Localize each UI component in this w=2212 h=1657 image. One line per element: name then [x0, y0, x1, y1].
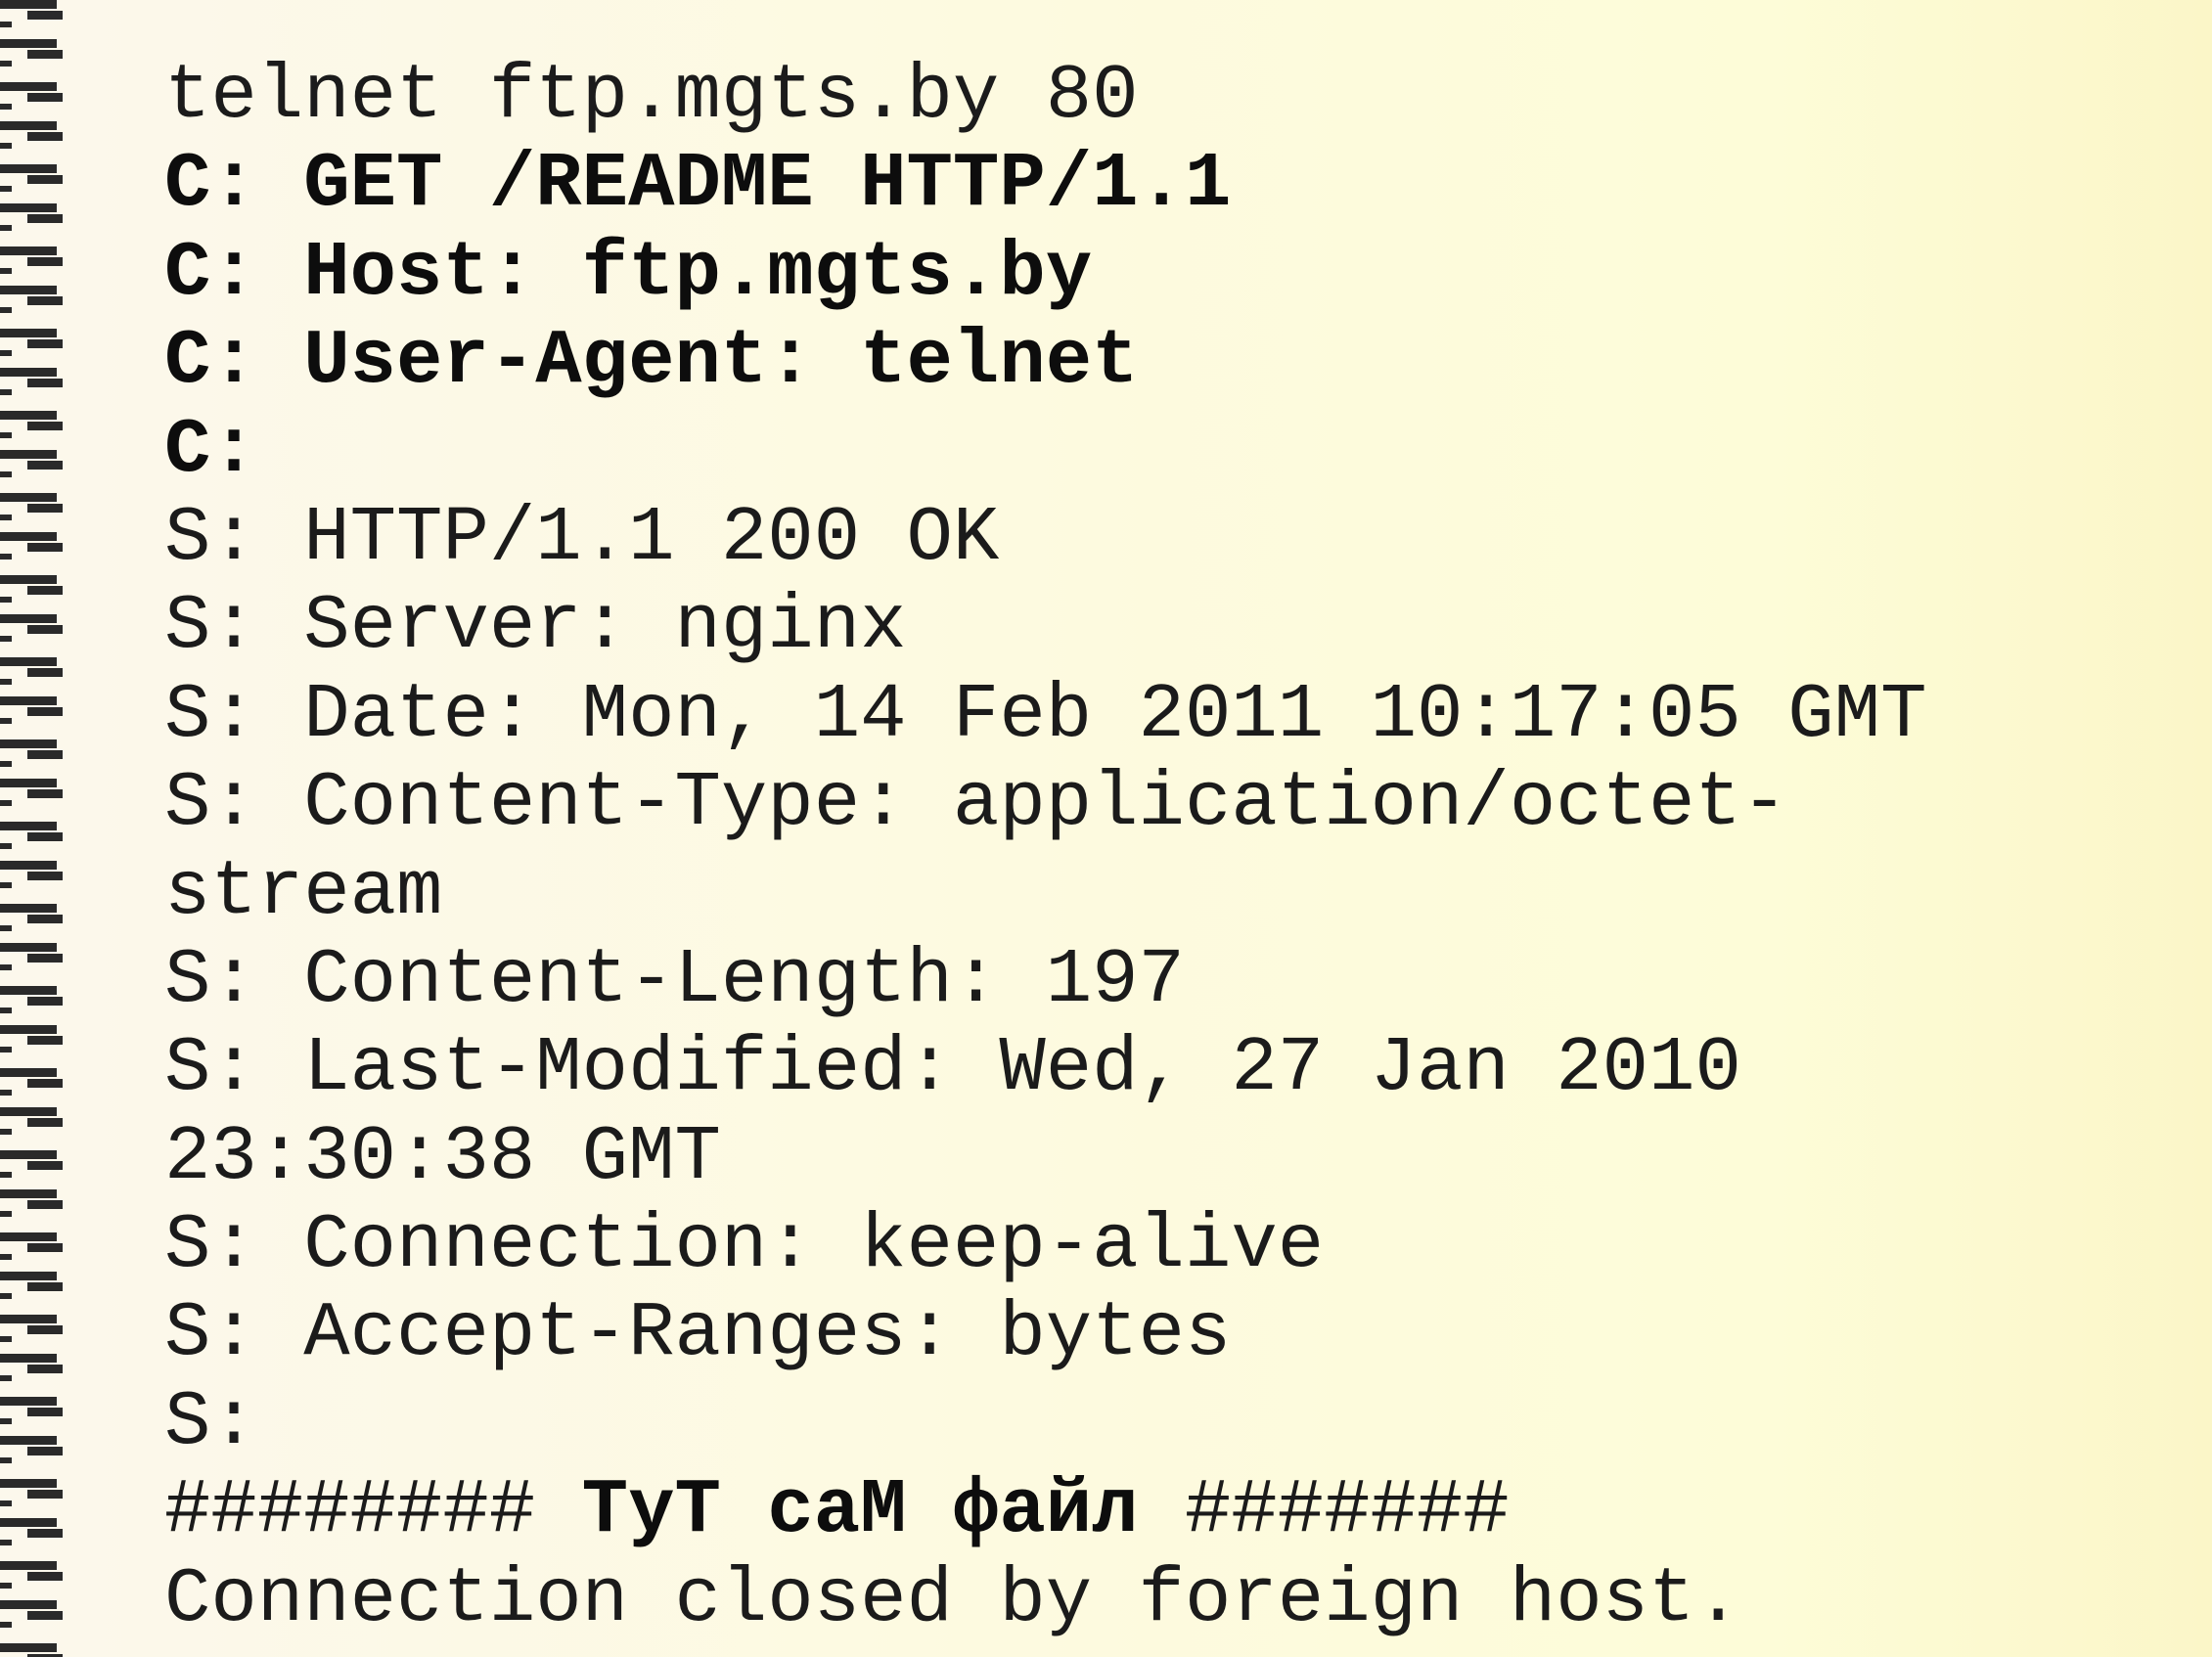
binding-ring	[0, 1272, 63, 1299]
binding-ring	[0, 1600, 63, 1628]
binding-ring	[0, 1643, 63, 1657]
binding-ring	[0, 286, 63, 313]
binding-ring	[0, 1354, 63, 1381]
binding-ring	[0, 822, 63, 849]
binding-ring	[0, 368, 63, 395]
binding-ring	[0, 493, 63, 520]
transcript-line: S: Content-Length: 197	[164, 936, 1927, 1024]
transcript-text: Connection closed by foreign host.	[164, 1554, 1741, 1643]
binding-ring	[0, 1397, 63, 1424]
transcript-text: S: Accept-Ranges: bytes	[164, 1289, 1232, 1378]
slide: telnet ftp.mgts.by 80 C: GET /README HTTP…	[0, 0, 2212, 1657]
spiral-binding	[0, 0, 63, 1657]
binding-ring	[0, 739, 63, 767]
binding-ring	[0, 1315, 63, 1342]
transcript-text: C: User-Agent: telnet	[164, 317, 1139, 406]
transcript-line: S: Connection: keep-alive	[164, 1201, 1927, 1289]
transcript-line: 23:30:38 GMT	[164, 1113, 1927, 1201]
transcript-text: C:	[164, 405, 257, 494]
binding-ring	[0, 1436, 63, 1463]
binding-ring	[0, 203, 63, 231]
binding-ring	[0, 121, 63, 149]
binding-ring	[0, 1189, 63, 1217]
binding-ring	[0, 411, 63, 438]
binding-ring	[0, 82, 63, 110]
binding-ring	[0, 1232, 63, 1260]
binding-ring	[0, 657, 63, 685]
binding-ring	[0, 164, 63, 192]
transcript-line: C: Host: ftp.mgts.by	[164, 229, 1927, 317]
binding-ring	[0, 329, 63, 356]
transcript-line: ######## ТуТ саМ файл #######	[164, 1466, 1927, 1554]
transcript-text: stream	[164, 847, 443, 936]
binding-ring	[0, 0, 63, 27]
binding-ring	[0, 39, 63, 67]
binding-ring	[0, 1068, 63, 1096]
binding-ring	[0, 1518, 63, 1545]
binding-ring	[0, 1025, 63, 1052]
transcript-text: S:	[164, 1377, 257, 1466]
transcript-line: S: Content-Type: application/octet-	[164, 759, 1927, 847]
transcript-text: #######	[1138, 1466, 1510, 1555]
transcript-text: S: HTTP/1.1 200 OK	[164, 493, 1000, 582]
transcript-text: ########	[164, 1466, 582, 1555]
binding-ring	[0, 1479, 63, 1506]
transcript-line: S: Date: Mon, 14 Feb 2011 10:17:05 GMT	[164, 671, 1927, 759]
transcript-line: C:	[164, 406, 1927, 494]
binding-ring	[0, 532, 63, 560]
transcript-line: Connection closed by foreign host.	[164, 1555, 1927, 1643]
binding-ring	[0, 696, 63, 724]
binding-ring	[0, 575, 63, 603]
terminal-transcript: telnet ftp.mgts.by 80 C: GET /README HTTP…	[164, 52, 1927, 1643]
transcript-line: S: Server: nginx	[164, 582, 1927, 670]
binding-ring	[0, 614, 63, 642]
transcript-line: telnet ftp.mgts.by 80	[164, 52, 1927, 140]
binding-ring	[0, 779, 63, 806]
binding-ring	[0, 1150, 63, 1178]
transcript-text: C: GET /README HTTP/1.1	[164, 140, 1232, 229]
transcript-line: C: GET /README HTTP/1.1	[164, 140, 1927, 228]
binding-ring	[0, 943, 63, 970]
transcript-text: S: Content-Length: 197	[164, 935, 1185, 1024]
transcript-text: S: Date: Mon, 14 Feb 2011 10:17:05 GMT	[164, 670, 1927, 759]
transcript-text: S: Connection: keep-alive	[164, 1201, 1325, 1290]
transcript-text: 23:30:38 GMT	[164, 1112, 721, 1201]
transcript-text: telnet ftp.mgts.by 80	[164, 52, 1139, 140]
transcript-line: C: User-Agent: telnet	[164, 317, 1927, 405]
transcript-text: C: Host: ftp.mgts.by	[164, 228, 1093, 317]
transcript-text: S: Last-Modified: Wed, 27 Jan 2010	[164, 1024, 1741, 1113]
transcript-line: stream	[164, 848, 1927, 936]
transcript-line: S: Last-Modified: Wed, 27 Jan 2010	[164, 1024, 1927, 1112]
binding-ring	[0, 1107, 63, 1135]
binding-ring	[0, 246, 63, 274]
transcript-text: ТуТ саМ файл	[581, 1466, 1139, 1555]
binding-ring	[0, 904, 63, 931]
transcript-line: S: Accept-Ranges: bytes	[164, 1289, 1927, 1377]
transcript-text: S: Server: nginx	[164, 582, 907, 671]
binding-ring	[0, 986, 63, 1013]
transcript-text: S: Content-Type: application/octet-	[164, 759, 1788, 848]
transcript-line: S:	[164, 1378, 1927, 1466]
transcript-line: S: HTTP/1.1 200 OK	[164, 494, 1927, 582]
binding-ring	[0, 1561, 63, 1589]
binding-ring	[0, 861, 63, 888]
binding-ring	[0, 450, 63, 477]
